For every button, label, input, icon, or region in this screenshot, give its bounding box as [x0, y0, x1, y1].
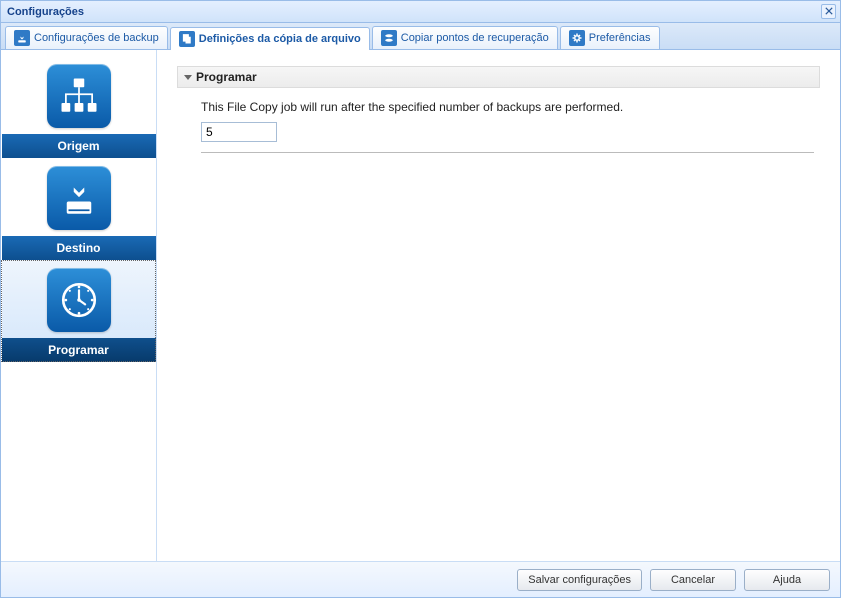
tabbar: Configurações de backup Definições da có… — [1, 23, 840, 50]
tab-preferences[interactable]: Preferências — [560, 26, 660, 49]
save-button[interactable]: Salvar configurações — [517, 569, 642, 591]
sidebar: Origem Destino — [1, 50, 157, 561]
help-button[interactable]: Ajuda — [744, 569, 830, 591]
sidebar-item-schedule[interactable]: Programar — [1, 260, 156, 362]
disks-icon — [381, 30, 397, 46]
section-body: This File Copy job will run after the sp… — [177, 100, 820, 165]
settings-window: Configurações Configurações de backup De… — [0, 0, 841, 598]
network-tree-icon — [47, 64, 111, 128]
content-panel: Programar This File Copy job will run af… — [157, 50, 840, 561]
schedule-description: This File Copy job will run after the sp… — [201, 100, 814, 114]
sidebar-item-label: Origem — [2, 134, 156, 158]
section-header-schedule[interactable]: Programar — [177, 66, 820, 88]
tab-label: Definições da cópia de arquivo — [199, 33, 361, 45]
clock-icon — [47, 268, 111, 332]
sidebar-item-label: Destino — [2, 236, 156, 260]
backup-count-input[interactable] — [201, 122, 277, 142]
close-button[interactable] — [821, 4, 836, 19]
divider — [201, 152, 814, 153]
tab-backup-settings[interactable]: Configurações de backup — [5, 26, 168, 49]
disk-download-icon — [14, 30, 30, 46]
sidebar-item-destination[interactable]: Destino — [1, 158, 156, 260]
gear-icon — [569, 30, 585, 46]
tab-copy-recovery-points[interactable]: Copiar pontos de recuperação — [372, 26, 558, 49]
tab-label: Configurações de backup — [34, 32, 159, 44]
titlebar: Configurações — [1, 1, 840, 23]
files-icon — [179, 31, 195, 47]
footer: Salvar configurações Cancelar Ajuda — [1, 561, 840, 597]
tab-label: Preferências — [589, 32, 651, 44]
disk-arrow-down-icon — [47, 166, 111, 230]
sidebar-item-label: Programar — [2, 338, 156, 362]
chevron-down-icon — [184, 75, 192, 80]
sidebar-item-source[interactable]: Origem — [1, 56, 156, 158]
body-area: Origem Destino — [1, 50, 840, 561]
section-title: Programar — [196, 70, 257, 84]
cancel-button[interactable]: Cancelar — [650, 569, 736, 591]
tab-file-copy-definitions[interactable]: Definições da cópia de arquivo — [170, 27, 370, 50]
close-icon — [825, 6, 833, 18]
tab-label: Copiar pontos de recuperação — [401, 32, 549, 44]
window-title: Configurações — [7, 6, 84, 18]
